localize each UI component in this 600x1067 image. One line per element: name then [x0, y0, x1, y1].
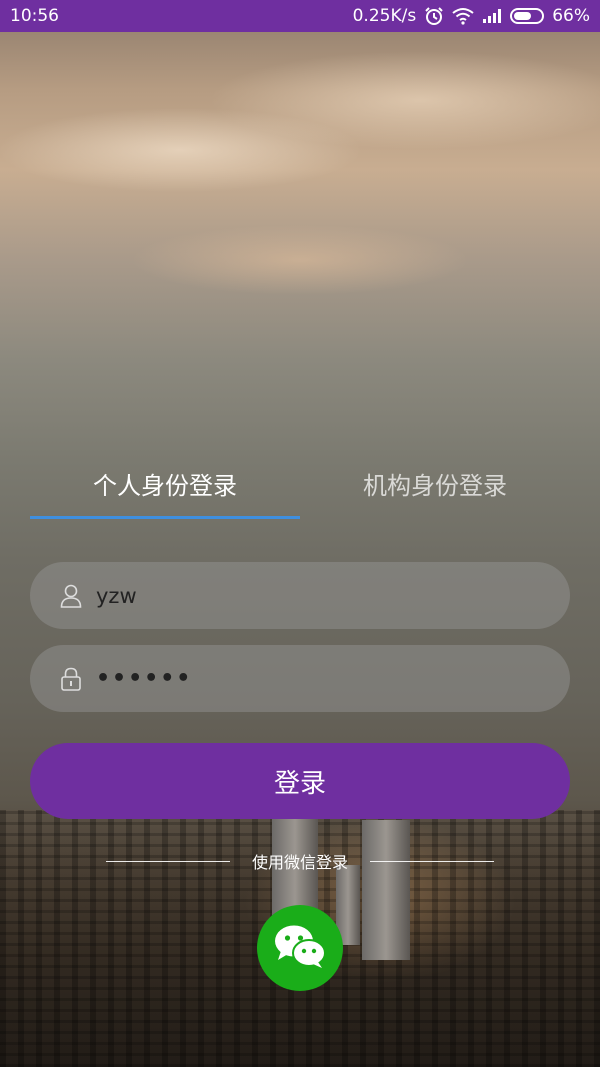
password-value: •••••• [96, 666, 193, 691]
net-speed: 0.25K/s [352, 6, 417, 26]
battery-icon [510, 8, 545, 24]
login-type-tabs: 个人身份登录 机构身份登录 [30, 458, 570, 520]
wifi-icon [452, 7, 474, 25]
wechat-login-button[interactable] [257, 905, 343, 991]
password-field[interactable]: •••••• [30, 645, 570, 712]
wechat-login-label: 使用微信登录 [251, 853, 348, 872]
wechat-icon [273, 923, 327, 973]
wechat-login-divider: 使用微信登录 [106, 848, 494, 874]
tab-selected-indicator [30, 516, 300, 519]
status-bar: 10:56 0.25K/s 66% [0, 0, 600, 32]
tab-organization-login[interactable]: 机构身份登录 [300, 458, 570, 508]
divider-line-left [106, 860, 230, 862]
alarm-icon [424, 6, 444, 26]
login-button[interactable]: 登录 [30, 743, 570, 819]
tab-personal-login[interactable]: 个人身份登录 [30, 458, 300, 508]
battery-percent: 66% [552, 6, 590, 26]
user-icon [60, 584, 82, 608]
username-field[interactable]: yzw [30, 562, 570, 629]
username-value: yzw [96, 583, 137, 608]
status-time: 10:56 [10, 6, 59, 26]
signal-icon [482, 8, 502, 24]
lock-icon [60, 667, 82, 691]
divider-line-right [369, 860, 494, 862]
